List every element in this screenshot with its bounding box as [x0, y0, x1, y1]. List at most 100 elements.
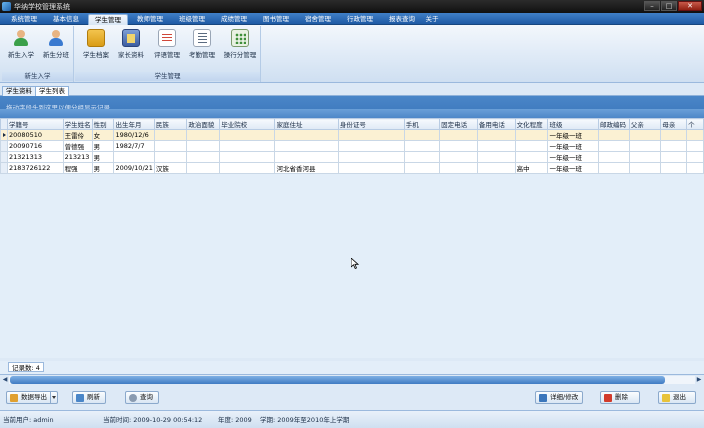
row-indicator[interactable]	[0, 129, 8, 141]
menu-tab-report[interactable]: 报表查询	[382, 14, 422, 25]
column-header[interactable]: 毕业院校	[219, 118, 276, 130]
table-cell[interactable]	[274, 129, 339, 141]
menu-tab-class[interactable]: 班级管理	[172, 14, 212, 25]
column-header[interactable]: 性别	[91, 118, 115, 130]
column-header[interactable]: 学籍号	[6, 118, 64, 130]
table-cell[interactable]	[597, 129, 630, 141]
table-cell[interactable]	[439, 151, 478, 163]
table-row[interactable]: 20080510 王雷伶女 1980/12/6 一年级一班	[0, 129, 704, 141]
table-cell[interactable]	[439, 140, 478, 152]
table-row[interactable]: 2183726122 程强男 2009/10/21 汉族 河北省香河县 高中 一年级一班	[0, 162, 704, 174]
table-cell[interactable]	[514, 129, 549, 141]
table-cell[interactable]	[219, 129, 276, 141]
chevron-down-icon[interactable]	[50, 392, 57, 403]
column-header[interactable]: 出生年月	[113, 118, 155, 130]
table-cell[interactable]	[660, 162, 688, 174]
table-cell[interactable]	[403, 151, 441, 163]
table-cell[interactable]: 程强	[62, 162, 93, 174]
column-header[interactable]: 备用电话	[476, 118, 516, 130]
menu-tab-student[interactable]: 学生管理	[88, 14, 128, 25]
table-cell[interactable]	[476, 151, 516, 163]
table-cell[interactable]	[628, 140, 662, 152]
table-cell[interactable]: 1982/7/7	[113, 140, 155, 152]
tab-student-list[interactable]: 学生列表	[35, 86, 69, 96]
table-cell[interactable]	[113, 151, 155, 163]
table-cell[interactable]: 213213	[62, 151, 93, 163]
table-cell[interactable]	[186, 140, 221, 152]
menu-tab-score[interactable]: 成绩管理	[214, 14, 254, 25]
group-by-panel[interactable]: 拖动字段头到这里以便分组显示记录	[0, 96, 704, 118]
table-cell[interactable]: 男	[91, 140, 115, 152]
table-cell[interactable]	[660, 151, 688, 163]
column-header[interactable]: 固定电话	[439, 118, 478, 130]
column-header[interactable]: 个	[686, 118, 704, 130]
table-cell[interactable]: 20080510	[6, 129, 64, 141]
table-cell[interactable]: 20090716	[6, 140, 64, 152]
column-header[interactable]: 身份证号	[337, 118, 405, 130]
delete-button[interactable]: 删除	[600, 391, 640, 404]
table-cell[interactable]	[660, 129, 688, 141]
table-cell[interactable]	[186, 162, 221, 174]
table-cell[interactable]	[219, 162, 276, 174]
table-cell[interactable]	[274, 140, 339, 152]
table-cell[interactable]: 一年级一班	[547, 129, 599, 141]
table-cell[interactable]: 高中	[514, 162, 549, 174]
table-cell[interactable]	[514, 151, 549, 163]
column-header[interactable]: 家庭住址	[274, 118, 339, 130]
scroll-right-icon[interactable]: ▶	[695, 376, 703, 384]
table-cell[interactable]	[514, 140, 549, 152]
table-cell[interactable]	[476, 162, 516, 174]
table-cell[interactable]	[476, 129, 516, 141]
menu-tab-about[interactable]: 关于	[422, 14, 442, 25]
table-cell[interactable]: 一年级一班	[547, 140, 599, 152]
maximize-button[interactable]: □	[661, 1, 677, 11]
row-indicator[interactable]	[0, 140, 8, 152]
table-cell[interactable]	[403, 140, 441, 152]
table-cell[interactable]: 一年级一班	[547, 151, 599, 163]
table-cell[interactable]: 女	[91, 129, 115, 141]
table-cell[interactable]	[153, 151, 188, 163]
table-cell[interactable]: 王雷伶	[62, 129, 93, 141]
table-cell[interactable]	[660, 140, 688, 152]
table-cell[interactable]	[628, 162, 662, 174]
menu-tab-system[interactable]: 系统管理	[4, 14, 44, 25]
column-header[interactable]: 民族	[153, 118, 188, 130]
menu-tab-basic-info[interactable]: 基本信息	[46, 14, 86, 25]
table-cell[interactable]	[439, 129, 478, 141]
row-indicator[interactable]	[0, 162, 8, 174]
menu-tab-dorm[interactable]: 宿舍管理	[298, 14, 338, 25]
table-cell[interactable]	[686, 129, 704, 141]
column-header[interactable]: 邮政编码	[597, 118, 630, 130]
table-cell[interactable]	[628, 129, 662, 141]
detail-edit-button[interactable]: 详细/修改	[535, 391, 583, 404]
column-header[interactable]: 政治面貌	[186, 118, 221, 130]
scroll-left-icon[interactable]: ◀	[1, 376, 9, 384]
table-cell[interactable]	[337, 162, 405, 174]
menu-tab-library[interactable]: 图书管理	[256, 14, 296, 25]
minimize-button[interactable]: –	[644, 1, 660, 11]
close-button[interactable]: ✕	[678, 1, 702, 11]
table-cell[interactable]: 1980/12/6	[113, 129, 155, 141]
conduct-score-button[interactable]: 操行分管理	[221, 28, 259, 64]
refresh-button[interactable]: 刷新	[72, 391, 106, 404]
class-assignment-button[interactable]: 新生分班	[39, 28, 73, 64]
column-header[interactable]: 班级	[547, 118, 599, 130]
table-cell[interactable]	[186, 129, 221, 141]
table-cell[interactable]	[403, 162, 441, 174]
table-cell[interactable]	[628, 151, 662, 163]
query-button[interactable]: 查询	[125, 391, 159, 404]
table-cell[interactable]: 21321313	[6, 151, 64, 163]
table-cell[interactable]	[403, 129, 441, 141]
menu-tab-teacher[interactable]: 教师管理	[130, 14, 170, 25]
tab-student-info[interactable]: 学生资料	[2, 86, 36, 96]
table-cell[interactable]	[597, 151, 630, 163]
column-header[interactable]: 手机	[403, 118, 441, 130]
table-cell[interactable]	[686, 162, 704, 174]
export-button[interactable]: 数据导出	[6, 391, 58, 404]
column-header[interactable]: 母亲	[660, 118, 688, 130]
student-records-button[interactable]: 学生档案	[79, 28, 113, 64]
column-header[interactable]: 文化程度	[514, 118, 549, 130]
new-enrollment-button[interactable]: 新生入学	[4, 28, 38, 64]
comments-button[interactable]: 评语管理	[150, 28, 184, 64]
table-row[interactable]: 21321313 213213 男 一年级一班	[0, 151, 704, 163]
